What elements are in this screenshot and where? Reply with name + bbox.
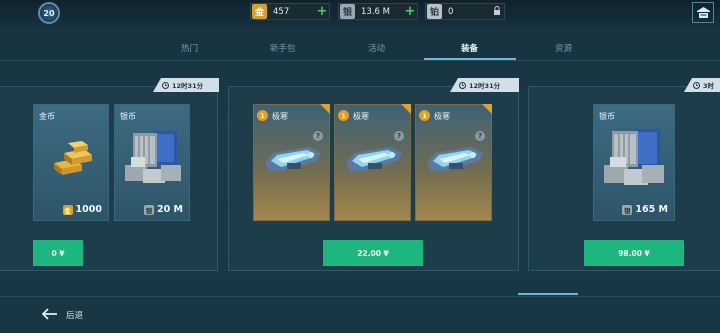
carousel-scroll-indicator <box>518 293 578 295</box>
info-icon[interactable]: ? <box>313 131 323 141</box>
tab-equipment[interactable]: 装备 <box>461 42 478 54</box>
gold-coin-icon: 金 <box>252 4 267 19</box>
platinum-icon: 铂 <box>427 4 442 19</box>
silver-resource: 银 13.6 M + <box>338 3 418 20</box>
tab-events[interactable]: 活动 <box>368 42 385 54</box>
platinum-resource: 铂 0 <box>425 3 505 20</box>
item-label: 金币 <box>39 112 55 121</box>
tab-newbie-pack[interactable]: 新手包 <box>270 42 296 54</box>
clock-icon <box>693 81 700 89</box>
item-amount: 银 20 M <box>144 204 183 215</box>
item-label: 银币 <box>120 112 136 121</box>
back-label: 后退 <box>66 311 84 321</box>
count-badge: 1 <box>257 110 268 121</box>
amount-text: 20 M <box>157 204 183 215</box>
gold-bars-icon <box>54 141 92 175</box>
tab-resources[interactable]: 资源 <box>555 42 572 54</box>
top-bar: 20 金 457 + 银 13.6 M + 铂 0 <box>0 0 720 26</box>
tab-hot[interactable]: 热门 <box>181 42 198 54</box>
clock-icon <box>459 81 466 89</box>
frost-cannon-icon <box>265 147 321 171</box>
item-card-frost-weapon[interactable]: 1 极寒 ? <box>415 104 492 221</box>
silver-crate-icon <box>604 129 664 185</box>
item-card-frost-weapon[interactable]: 1 极寒 ? <box>334 104 411 221</box>
item-card-gold[interactable]: 金币 金 1000 <box>33 104 109 221</box>
amount-text: 165 M <box>635 204 668 215</box>
price-text: 0 ¥ <box>51 248 65 258</box>
player-level-badge[interactable]: 20 <box>38 2 60 24</box>
item-amount: 金 1000 <box>62 204 102 215</box>
footer-divider <box>0 296 720 297</box>
clock-icon <box>162 81 169 89</box>
offer-timer: 3时 <box>684 78 720 92</box>
item-card-silver[interactable]: 银币 银 165 M <box>593 104 675 221</box>
item-amount: 银 165 M <box>622 204 668 215</box>
timer-text: 12时31分 <box>172 82 204 90</box>
category-tabs: 热门 新手包 活动 装备 资源 <box>0 36 720 60</box>
item-label: 极寒 <box>272 112 288 121</box>
tabs-divider <box>0 60 720 61</box>
home-icon <box>696 7 710 18</box>
info-icon[interactable]: ? <box>394 131 404 141</box>
item-card-frost-weapon[interactable]: 1 极寒 ? <box>253 104 330 221</box>
price-text: 22.00 ¥ <box>357 248 389 258</box>
silver-coin-icon: 银 <box>622 204 633 215</box>
gold-value: 457 <box>273 6 290 17</box>
platinum-value: 0 <box>448 6 454 17</box>
arrow-left-icon <box>41 308 58 322</box>
info-icon[interactable]: ? <box>475 131 485 141</box>
timer-text: 12时31分 <box>469 82 501 90</box>
add-gold-button[interactable]: + <box>315 4 329 19</box>
timer-text: 3时 <box>703 82 715 90</box>
item-label: 银币 <box>599 112 615 121</box>
price-text: 98.00 ¥ <box>618 248 650 258</box>
count-badge: 1 <box>419 110 430 121</box>
item-card-silver[interactable]: 银币 银 20 M <box>114 104 190 221</box>
home-button[interactable] <box>692 2 714 23</box>
frost-cannon-icon <box>346 147 402 171</box>
rarity-corner <box>482 104 492 114</box>
buy-button[interactable]: 98.00 ¥ <box>584 240 684 266</box>
buy-button[interactable]: 22.00 ¥ <box>323 240 423 266</box>
back-button[interactable]: 后退 <box>41 308 84 322</box>
item-label: 极寒 <box>434 112 450 121</box>
gold-coin-icon: 金 <box>62 204 73 215</box>
rarity-corner <box>320 104 330 114</box>
lock-icon <box>490 5 504 18</box>
count-badge: 1 <box>338 110 349 121</box>
frost-cannon-icon <box>427 147 483 171</box>
item-label: 极寒 <box>353 112 369 121</box>
rarity-corner <box>401 104 411 114</box>
add-silver-button[interactable]: + <box>403 4 417 19</box>
offer-timer: 12时31分 <box>153 78 219 92</box>
buy-button[interactable]: 0 ¥ <box>33 240 83 266</box>
silver-coin-icon: 银 <box>144 204 155 215</box>
gold-resource: 金 457 + <box>250 3 330 20</box>
silver-crate-icon <box>125 131 181 183</box>
silver-value: 13.6 M <box>361 6 390 17</box>
silver-coin-icon: 银 <box>340 4 355 19</box>
amount-text: 1000 <box>75 204 102 215</box>
offer-timer: 12时31分 <box>450 78 519 92</box>
